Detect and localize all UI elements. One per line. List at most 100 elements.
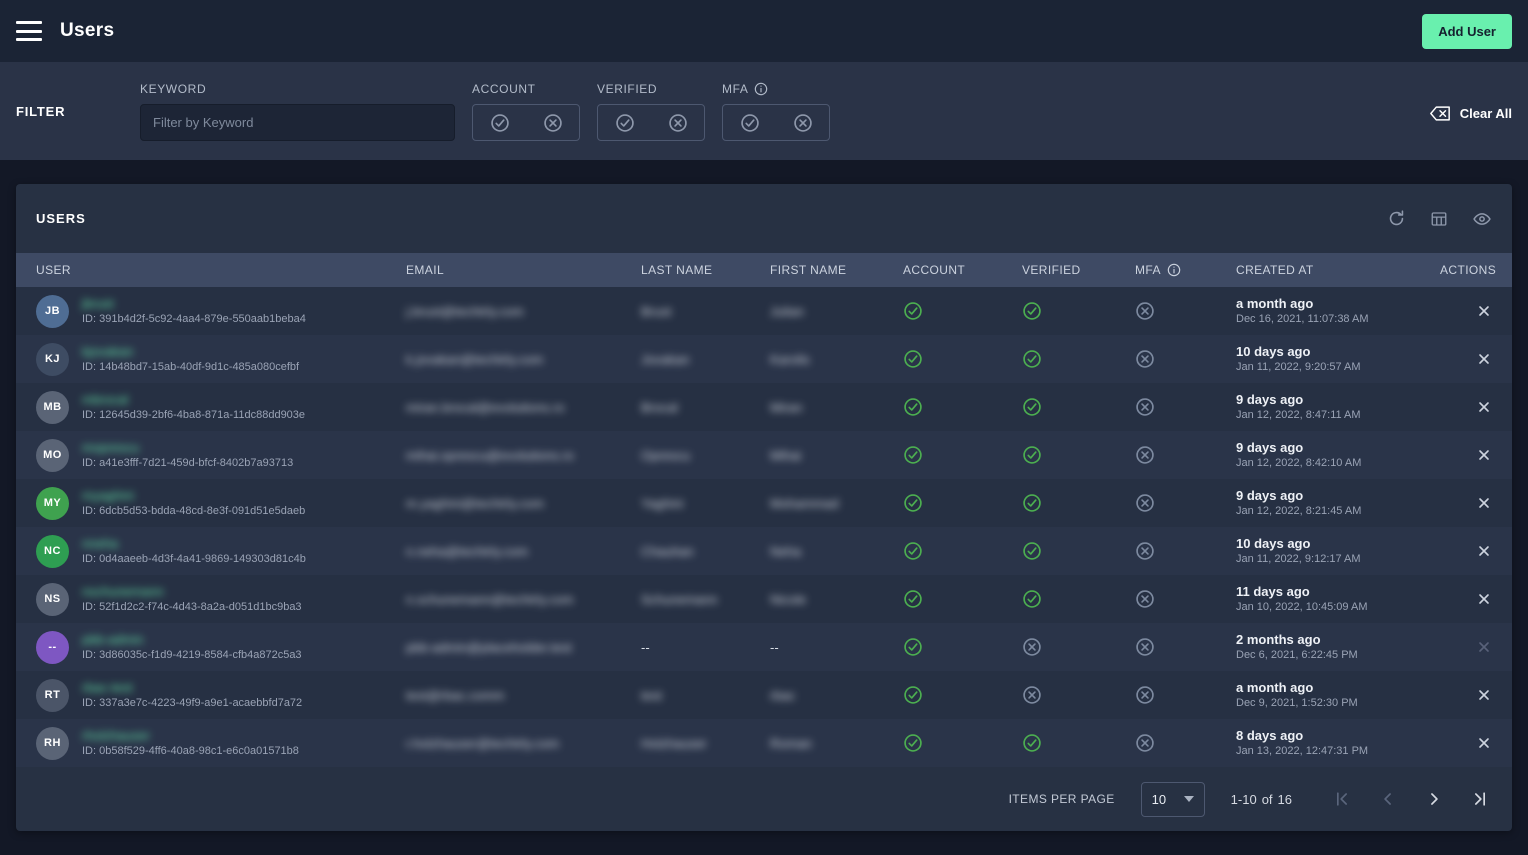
- page-range-values: 1-10: [1231, 792, 1257, 807]
- email-cell: miran.brocal@evolutions.ro: [406, 400, 641, 415]
- delete-user-icon[interactable]: [1476, 495, 1492, 511]
- mfa-status-icon: [1135, 397, 1236, 417]
- card-title: USERS: [36, 211, 86, 226]
- delete-user-icon[interactable]: [1476, 303, 1492, 319]
- delete-user-icon[interactable]: [1476, 687, 1492, 703]
- created-relative: 10 days ago: [1236, 535, 1440, 552]
- user-id: ID: 3d86035c-f1d9-4219-8584-cfb4a872c5a3: [82, 648, 302, 663]
- username-link[interactable]: kjovakan: [82, 343, 299, 360]
- mfa-status-icon: [1135, 445, 1236, 465]
- user-id: ID: 14b48bd7-15ab-40df-9d1c-485a080cefbf: [82, 360, 299, 375]
- mfa-status-icon: [1135, 541, 1236, 561]
- filter-section-label: FILTER: [16, 104, 140, 119]
- next-page-icon[interactable]: [1424, 789, 1444, 809]
- filter-bar: FILTER KEYWORD ACCOUNT VERIFIED: [0, 62, 1528, 160]
- avatar: --: [36, 631, 69, 664]
- mfa-filter: MFA: [722, 81, 830, 141]
- account-filter-check-icon[interactable]: [490, 113, 510, 133]
- username-link[interactable]: myaghini: [82, 487, 305, 504]
- created-absolute: Jan 12, 2022, 8:21:45 AM: [1236, 504, 1440, 519]
- created-relative: 11 days ago: [1236, 583, 1440, 600]
- delete-user-icon[interactable]: [1476, 591, 1492, 607]
- username-link[interactable]: nschunemann: [82, 583, 302, 600]
- table-row: MB mbrocal ID: 12645d39-2bf6-4ba8-871a-1…: [16, 383, 1512, 431]
- mfa-toggle-group: [722, 104, 830, 141]
- created-relative: a month ago: [1236, 295, 1440, 312]
- created-relative: 8 days ago: [1236, 727, 1440, 744]
- page-range-of: of: [1262, 792, 1273, 807]
- delete-user-icon[interactable]: [1476, 399, 1492, 415]
- refresh-icon[interactable]: [1387, 209, 1406, 228]
- username-link[interactable]: rholzhauser: [82, 727, 299, 744]
- avatar: MB: [36, 391, 69, 424]
- users-card: USERS USER EMAIL LAST NAME FIRST NAME AC…: [16, 184, 1512, 831]
- topbar: Users Add User: [0, 0, 1528, 62]
- delete-user-icon[interactable]: [1476, 447, 1492, 463]
- username-link[interactable]: pbb-admin: [82, 631, 302, 648]
- account-filter: ACCOUNT: [472, 81, 580, 141]
- first-page-icon[interactable]: [1332, 789, 1352, 809]
- first-name-cell: rbac: [770, 688, 903, 703]
- column-header-actions: ACTIONS: [1440, 263, 1516, 277]
- column-header-account: ACCOUNT: [903, 263, 1022, 277]
- username-link[interactable]: mbrocal: [82, 391, 305, 408]
- column-visibility-eye-icon[interactable]: [1472, 209, 1492, 229]
- last-name-cell: --: [641, 640, 770, 655]
- account-status-icon: [903, 637, 1022, 657]
- first-name-cell: Nicole: [770, 592, 903, 607]
- menu-icon[interactable]: [16, 21, 42, 41]
- keyword-filter: KEYWORD: [140, 81, 455, 141]
- mfa-status-icon: [1135, 493, 1236, 513]
- table-row: MY myaghini ID: 6dcb5d53-bdda-48cd-8e3f-…: [16, 479, 1512, 527]
- previous-page-icon[interactable]: [1378, 789, 1398, 809]
- keyword-input[interactable]: [140, 104, 455, 141]
- page-range-total: 16: [1278, 792, 1292, 807]
- table-view-icon[interactable]: [1430, 210, 1448, 228]
- created-absolute: Jan 10, 2022, 10:45:09 AM: [1236, 600, 1440, 615]
- mfa-status-icon: [1135, 589, 1236, 609]
- account-toggle-group: [472, 104, 580, 141]
- username-link[interactable]: nneha: [82, 535, 306, 552]
- last-page-icon[interactable]: [1470, 789, 1490, 809]
- first-name-cell: Neha: [770, 544, 903, 559]
- users-table-body: JB jbrust ID: 391b4d2f-5c92-4aa4-879e-55…: [16, 287, 1512, 767]
- email-cell: j.brust@techtrly.com: [406, 304, 641, 319]
- created-relative: 9 days ago: [1236, 487, 1440, 504]
- verified-filter-cross-icon[interactable]: [668, 113, 688, 133]
- username-link[interactable]: moprescu: [82, 439, 293, 456]
- last-name-cell: Brocal: [641, 400, 770, 415]
- verified-status-icon: [1022, 685, 1135, 705]
- mfa-filter-check-icon[interactable]: [740, 113, 760, 133]
- avatar: MY: [36, 487, 69, 520]
- avatar: KJ: [36, 343, 69, 376]
- account-status-icon: [903, 541, 1022, 561]
- delete-user-icon[interactable]: [1476, 351, 1492, 367]
- created-absolute: Jan 11, 2022, 9:12:17 AM: [1236, 552, 1440, 567]
- verified-filter-check-icon[interactable]: [615, 113, 635, 133]
- delete-user-icon[interactable]: [1476, 639, 1492, 655]
- avatar: JB: [36, 295, 69, 328]
- delete-user-icon[interactable]: [1476, 543, 1492, 559]
- delete-user-icon[interactable]: [1476, 735, 1492, 751]
- username-link[interactable]: jbrust: [82, 295, 306, 312]
- mfa-filter-label: MFA: [722, 82, 748, 96]
- username-link[interactable]: rbac-test: [82, 679, 302, 696]
- verified-status-icon: [1022, 445, 1135, 465]
- user-id: ID: 12645d39-2bf6-4ba8-871a-11dc88dd903e: [82, 408, 305, 423]
- mfa-filter-cross-icon[interactable]: [793, 113, 813, 133]
- last-name-cell: Yaghini: [641, 496, 770, 511]
- clear-all-button[interactable]: Clear All: [1429, 105, 1512, 122]
- created-relative: 10 days ago: [1236, 343, 1440, 360]
- account-filter-cross-icon[interactable]: [543, 113, 563, 133]
- avatar: NC: [36, 535, 69, 568]
- email-cell: mihai.oprescu@evolutions.ro: [406, 448, 641, 463]
- add-user-button[interactable]: Add User: [1422, 14, 1512, 49]
- column-header-first-name: FIRST NAME: [770, 263, 903, 277]
- last-name-cell: Brust: [641, 304, 770, 319]
- table-row: RH rholzhauser ID: 0b58f529-4ff6-40a8-98…: [16, 719, 1512, 767]
- created-relative: a month ago: [1236, 679, 1440, 696]
- avatar: MO: [36, 439, 69, 472]
- mfa-status-icon: [1135, 685, 1236, 705]
- items-per-page-select[interactable]: 10: [1141, 782, 1205, 817]
- account-status-icon: [903, 445, 1022, 465]
